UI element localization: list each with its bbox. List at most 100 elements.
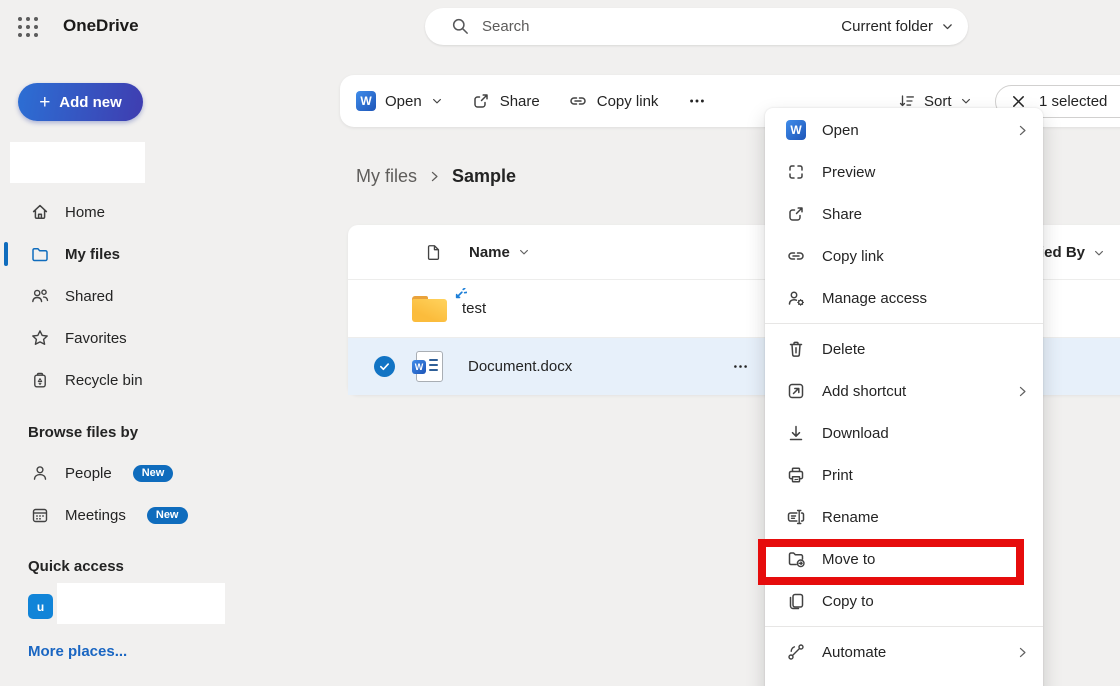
close-icon[interactable]: [1011, 94, 1026, 109]
menu-item-download[interactable]: Download: [765, 412, 1043, 454]
menu-item-label: Print: [822, 467, 853, 484]
app-launcher-waffle-icon[interactable]: [16, 15, 40, 39]
search-scope-dropdown[interactable]: Current folder: [841, 18, 954, 35]
app-title: OneDrive: [63, 16, 139, 36]
home-icon: [30, 202, 50, 222]
manage-access-icon: [786, 288, 806, 308]
quick-access-site-icon[interactable]: u: [28, 594, 53, 619]
breadcrumb: My files Sample: [356, 166, 516, 187]
star-icon: [30, 328, 50, 348]
menu-item-move-to[interactable]: Move to: [765, 538, 1043, 580]
sidebar-item-favorites[interactable]: Favorites: [0, 317, 300, 359]
menu-item-open[interactable]: W Open: [765, 109, 1043, 151]
open-button[interactable]: W Open: [356, 91, 443, 111]
sidebar-item-label: Shared: [65, 288, 113, 305]
share-button[interactable]: Share: [471, 91, 540, 111]
move-to-icon: [786, 549, 806, 569]
people-icon: [30, 286, 50, 306]
ellipsis-icon: [688, 92, 706, 110]
menu-item-copy-link[interactable]: Copy link: [765, 235, 1043, 277]
link-icon: [568, 91, 588, 111]
sidebar-item-label: People: [65, 465, 112, 482]
menu-item-label: Preview: [822, 164, 875, 181]
person-icon: [30, 463, 50, 483]
add-new-button[interactable]: + Add new: [18, 83, 143, 121]
search-scope-label: Current folder: [841, 18, 933, 35]
name-column-label: Name: [469, 244, 510, 261]
word-document-icon: W: [416, 351, 443, 382]
chevron-right-icon: [1016, 646, 1029, 659]
menu-item-label: Open: [822, 122, 859, 139]
menu-item-share[interactable]: Share: [765, 193, 1043, 235]
more-commands-button[interactable]: [688, 92, 706, 110]
chevron-down-icon: [960, 95, 972, 107]
menu-item-rename[interactable]: Rename: [765, 496, 1043, 538]
menu-item-label: Copy link: [822, 248, 884, 265]
chevron-down-icon: [518, 246, 530, 258]
quick-access-site-name-redacted[interactable]: [57, 583, 225, 624]
menu-item-add-shortcut[interactable]: Add shortcut: [765, 370, 1043, 412]
sidebar-item-label: Home: [65, 204, 105, 221]
recycle-bin-icon: [30, 370, 50, 390]
copy-link-button[interactable]: Copy link: [568, 91, 659, 111]
preview-icon: [786, 162, 806, 182]
search-icon: [451, 17, 470, 36]
breadcrumb-parent[interactable]: My files: [356, 166, 417, 187]
menu-item-label: Manage access: [822, 290, 927, 307]
sidebar-item-label: Recycle bin: [65, 372, 143, 389]
menu-item-label: Automate: [822, 644, 886, 661]
quick-access-heading: Quick access: [28, 558, 124, 575]
waffle-icon: [16, 15, 40, 39]
plus-icon: +: [39, 93, 50, 112]
menu-item-preview[interactable]: Preview: [765, 151, 1043, 193]
account-name-redacted: [10, 142, 145, 183]
sidebar-item-people[interactable]: People New: [0, 452, 300, 494]
add-new-label: Add new: [59, 94, 122, 111]
menu-item-label: Download: [822, 425, 889, 442]
new-badge: New: [147, 507, 188, 524]
new-badge: New: [133, 465, 174, 482]
menu-item-delete[interactable]: Delete: [765, 328, 1043, 370]
share-label: Share: [500, 93, 540, 110]
folder-icon: [412, 296, 447, 322]
menu-item-manage-access[interactable]: Manage access: [765, 277, 1043, 319]
more-places-link[interactable]: More places...: [28, 643, 127, 660]
trash-icon: [786, 339, 806, 359]
automate-icon: [786, 642, 806, 662]
menu-item-automate[interactable]: Automate: [765, 631, 1043, 673]
download-icon: [786, 423, 806, 443]
sidebar-item-shared[interactable]: Shared: [0, 275, 300, 317]
breadcrumb-current: Sample: [452, 166, 516, 187]
menu-item-copy-to[interactable]: Copy to: [765, 580, 1043, 622]
word-icon: W: [786, 120, 806, 140]
sidebar-item-my-files[interactable]: My files: [0, 233, 300, 275]
share-icon: [471, 91, 491, 111]
name-column-header[interactable]: Name: [424, 243, 530, 262]
menu-item-print[interactable]: Print: [765, 454, 1043, 496]
link-icon: [786, 246, 806, 266]
share-icon: [786, 204, 806, 224]
calendar-icon: [30, 505, 50, 525]
open-label: Open: [385, 93, 422, 110]
copy-link-label: Copy link: [597, 93, 659, 110]
menu-item-label: Rename: [822, 509, 879, 526]
menu-divider: [765, 626, 1043, 627]
sidebar-item-label: Meetings: [65, 507, 126, 524]
file-name[interactable]: Document.docx: [468, 358, 572, 375]
row-more-actions-icon[interactable]: [732, 358, 749, 375]
sidebar-item-recycle-bin[interactable]: Recycle bin: [0, 359, 300, 401]
search-bar[interactable]: Search Current folder: [425, 8, 968, 45]
sidebar-item-home[interactable]: Home: [0, 191, 300, 233]
sidebar-item-label: Favorites: [65, 330, 127, 347]
chevron-down-icon: [431, 95, 443, 107]
add-shortcut-icon: [786, 381, 806, 401]
menu-item-label: Add shortcut: [822, 383, 906, 400]
menu-item-label: Delete: [822, 341, 865, 358]
browse-files-by-heading: Browse files by: [28, 424, 138, 441]
selection-count-label: 1 selected: [1039, 93, 1107, 110]
sidebar-item-meetings[interactable]: Meetings New: [0, 494, 300, 536]
selected-check-icon[interactable]: [374, 356, 395, 377]
print-icon: [786, 465, 806, 485]
rename-icon: [786, 507, 806, 527]
search-input[interactable]: Search: [482, 18, 530, 35]
